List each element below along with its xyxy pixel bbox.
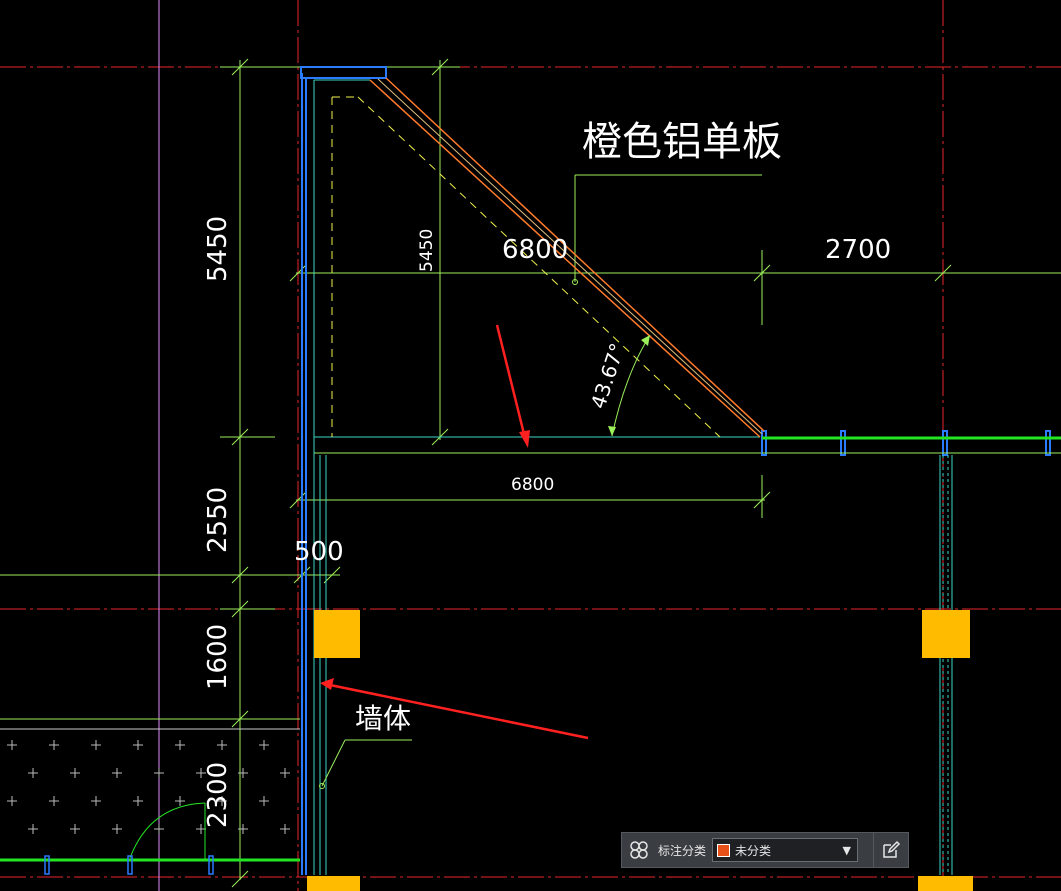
cad-drawing[interactable]: 橙色铝单板 6800 2700 6800 500 墙体 5450 5450 25… xyxy=(0,0,1061,891)
dim-slope-horizontal: 6800 xyxy=(502,235,568,265)
wall-label: 墙体 xyxy=(355,702,411,735)
category-label: 标注分类 xyxy=(658,843,707,858)
dim-offset: 500 xyxy=(294,537,344,567)
category-selected-value: 未分类 xyxy=(735,843,772,858)
dim-left-lower: 1600 xyxy=(203,624,233,690)
dim-inner-vertical: 5450 xyxy=(417,229,437,272)
chevron-down-icon: ▼ xyxy=(842,844,852,857)
dim-left-bottom: 2300 xyxy=(203,762,233,828)
grid-icon[interactable] xyxy=(622,833,656,867)
dim-right-horizontal: 2700 xyxy=(825,235,891,265)
dim-base-horizontal: 6800 xyxy=(511,475,554,495)
category-color-swatch xyxy=(717,843,731,857)
material-label: 橙色铝单板 xyxy=(582,119,782,165)
edit-icon[interactable] xyxy=(873,833,908,867)
annotation-category-toolbar: 标注分类 未分类 ▼ xyxy=(621,832,909,868)
category-select[interactable]: 未分类 ▼ xyxy=(712,838,859,862)
dim-left-top: 5450 xyxy=(203,216,233,282)
dim-left-mid: 2550 xyxy=(203,487,233,553)
